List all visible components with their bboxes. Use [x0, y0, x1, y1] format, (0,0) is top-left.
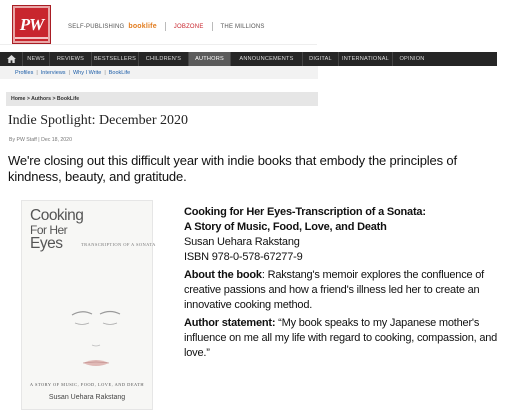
book-details: Cooking for Her Eyes-Transcription of a … — [184, 205, 504, 361]
book-cover: Cooking For Her Eyes TRANSCRIPTION OF A … — [21, 200, 156, 410]
main-nav: NEWS REVIEWS BESTSELLERS CHILDREN'S AUTH… — [0, 52, 497, 66]
face-illustration — [71, 310, 121, 366]
nav-news[interactable]: NEWS — [23, 52, 50, 66]
nav-reviews[interactable]: REVIEWS — [50, 52, 92, 66]
author-statement: Author statement: “My book speaks to my … — [184, 316, 504, 361]
cover-subtitle: TRANSCRIPTION OF A SONATA — [81, 242, 156, 247]
about-label: About the book — [184, 269, 262, 281]
cover-title-line: Cooking — [30, 207, 84, 224]
authors-subnav: Profiles | Interviews | Why I Write | Bo… — [0, 66, 318, 79]
book-title: Cooking for Her Eyes-Transcription of a … — [184, 206, 426, 218]
cover-author: Susan Uehara Rakstang — [48, 394, 126, 401]
pw-logo[interactable]: PW — [13, 6, 50, 43]
nav-bestsellers[interactable]: BESTSELLERS — [92, 52, 139, 66]
book-isbn: ISBN 978-0-578-67277-9 — [184, 251, 303, 263]
nav-opinion[interactable]: OPINION — [393, 52, 431, 66]
divider: | — [68, 69, 70, 76]
subnav-profiles[interactable]: Profiles — [15, 70, 33, 76]
header-divider — [0, 44, 317, 45]
divider: | — [104, 69, 106, 76]
nav-international[interactable]: INTERNATIONAL — [339, 52, 393, 66]
byline: By PW Staff | Dec 18, 2020 — [9, 137, 72, 143]
divider — [164, 22, 166, 31]
the-millions-link[interactable]: THE MILLIONS — [221, 24, 265, 30]
booklife-link[interactable]: booklife — [128, 23, 156, 30]
book-subtitle: A Story of Music, Food, Love, and Death — [184, 221, 387, 233]
logo-text: PW — [19, 14, 44, 34]
subnav-booklife[interactable]: BookLife — [109, 70, 130, 76]
top-links: SELF-PUBLISHING booklife JOBZONE THE MIL… — [56, 22, 265, 31]
about-book: About the book: Rakstang's memoir explor… — [184, 268, 504, 313]
nav-announcements[interactable]: ANNOUNCEMENTS — [231, 52, 303, 66]
home-nav-button[interactable] — [0, 52, 23, 66]
cover-title: Cooking For Her Eyes — [30, 207, 84, 252]
cover-title-line: Eyes — [30, 235, 63, 252]
book-author: Susan Uehara Rakstang — [184, 236, 300, 248]
divider: | — [36, 69, 38, 76]
self-publishing-link[interactable]: SELF-PUBLISHING — [68, 24, 124, 30]
divider — [211, 22, 213, 31]
statement-label: Author statement: — [184, 317, 276, 329]
subnav-why-i-write[interactable]: Why I Write — [73, 70, 101, 76]
nav-authors[interactable]: AUTHORS — [189, 52, 231, 66]
nav-childrens[interactable]: CHILDREN'S — [139, 52, 189, 66]
logo-stripe — [15, 37, 48, 39]
nav-digital[interactable]: DIGITAL — [303, 52, 339, 66]
cover-tagline: A STORY OF MUSIC, FOOD, LOVE, AND DEATH — [29, 382, 145, 387]
home-icon — [6, 55, 16, 63]
intro-text: We're closing out this difficult year wi… — [8, 153, 457, 184]
page-title: Indie Spotlight: December 2020 — [8, 113, 189, 128]
subnav-interviews[interactable]: Interviews — [41, 70, 66, 76]
jobzone-link[interactable]: JOBZONE — [174, 24, 204, 30]
breadcrumb[interactable]: Home > Authors > BookLife — [6, 92, 318, 106]
